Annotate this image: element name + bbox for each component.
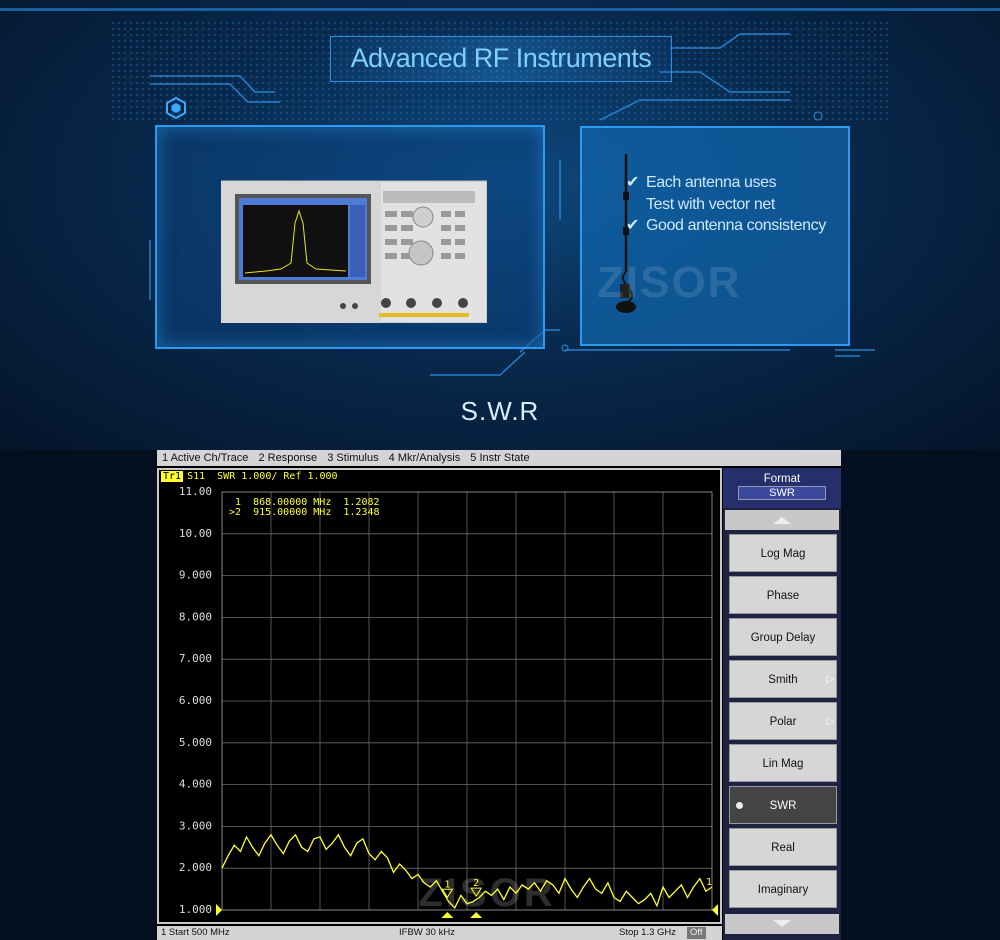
softkey-group-delay[interactable]: Group Delay [729,618,837,656]
softkey-polar[interactable]: Polar ▷ [729,702,837,740]
banner-title: Advanced RF Instruments [330,36,672,82]
softkey-log-mag[interactable]: Log Mag [729,534,837,572]
trace-tag[interactable]: Tr1 [161,471,184,482]
feature-item: ✔ Good antenna consistency [626,215,826,237]
y-tick-label: 5.000 [179,736,212,749]
hexagon-icon [166,97,186,119]
marker-label: 1 [444,879,450,890]
off-badge[interactable]: Off [687,927,706,939]
feature-item: ✔ Each antenna uses [626,172,826,194]
submenu-arrow-icon: ▷ [826,716,834,727]
y-tick-label: 10.00 [179,527,212,540]
softkey-current-value: SWR [738,486,826,500]
promo-banner: Advanced RF Instruments ✔ Each antenna u… [0,0,1000,450]
chevron-up-icon [773,517,791,524]
vna-screenshot: 1 Active Ch/Trace 2 Response 3 Stimulus … [157,450,841,940]
y-tick-label: 2.000 [179,861,212,874]
softkey-panel: Format SWR Log Mag Phase Group Delay Smi… [723,468,841,940]
reference-right-arrow [712,904,718,916]
brand-watermark: ZISOR [597,258,742,307]
section-title: S.W.R [460,396,540,426]
feature-panel: ✔ Each antenna uses Test with vector net … [580,126,850,346]
menu-item-active-ch[interactable]: 1 Active Ch/Trace [162,450,248,466]
softkey-real[interactable]: Real [729,828,837,866]
menu-item-response[interactable]: 2 Response [258,450,317,466]
softkey-title: Format [763,473,801,485]
feature-list: ✔ Each antenna uses Test with vector net … [626,172,826,237]
scroll-down-button[interactable] [725,914,839,934]
trace-header: Tr1 S11 SWR 1.000/ Ref 1.000 [161,471,338,482]
softkey-lin-mag[interactable]: Lin Mag [729,744,837,782]
menu-item-stimulus[interactable]: 3 Stimulus [327,450,378,466]
check-icon: ✔ [626,174,640,191]
start-frequency: 1 Start 500 MHz [161,927,230,938]
menu-bar: 1 Active Ch/Trace 2 Response 3 Stimulus … [157,450,841,466]
y-tick-label: 1.000 [179,903,212,916]
y-tick-label: 7.000 [179,652,212,665]
y-tick-label: 4.000 [179,778,212,791]
menu-item-mkr-analysis[interactable]: 4 Mkr/Analysis [389,450,461,466]
analyzer-panel [155,125,545,349]
stop-frequency: Stop 1.3 GHz [619,927,677,938]
softkey-header: Format SWR [723,468,841,508]
y-tick-label: 6.000 [179,694,212,707]
softkey-swr[interactable]: SWR [729,786,837,824]
swr-chart: 11.00 10.00 9.000 8.000 7.000 6.000 5.000 4.000… [179,485,718,918]
status-bar: 1 Start 500 MHz IFBW 30 kHz Stop 1.3 GHz… [157,926,722,940]
selected-radio-icon [736,802,743,809]
y-tick-label: 3.000 [179,819,212,832]
softkey-smith[interactable]: Smith ▷ [729,660,837,698]
chevron-down-icon [773,920,791,927]
reference-left-arrow [216,904,222,916]
submenu-arrow-icon: ▷ [826,674,834,685]
y-tick-label: 11.00 [179,485,212,498]
trace-end-label: 1 [706,877,712,888]
softkey-imaginary[interactable]: Imaginary [729,870,837,908]
scroll-up-button[interactable] [725,510,839,530]
network-analyzer-image [221,180,487,323]
y-tick-label: 9.000 [179,569,212,582]
softkey-phase[interactable]: Phase [729,576,837,614]
marker-readout: 1 868.00000 MHz 1.2082 >2 915.00000 MHz 1… [229,498,380,518]
marker-line-2: >2 915.00000 MHz 1.2348 [229,507,380,518]
trace-format-label: S11 SWR 1.000/ Ref 1.000 [187,471,338,482]
marker-label: 2 [473,878,479,889]
plot-area: 11.00 10.00 9.000 8.000 7.000 6.000 5.000 4.000… [157,468,722,924]
y-tick-label: 8.000 [179,610,212,623]
ifbw-readout: IFBW 30 kHz [399,927,455,938]
menu-item-instr-state[interactable]: 5 Instr State [470,450,529,466]
check-icon: ✔ [626,217,640,234]
feature-item: Test with vector net [646,195,775,213]
